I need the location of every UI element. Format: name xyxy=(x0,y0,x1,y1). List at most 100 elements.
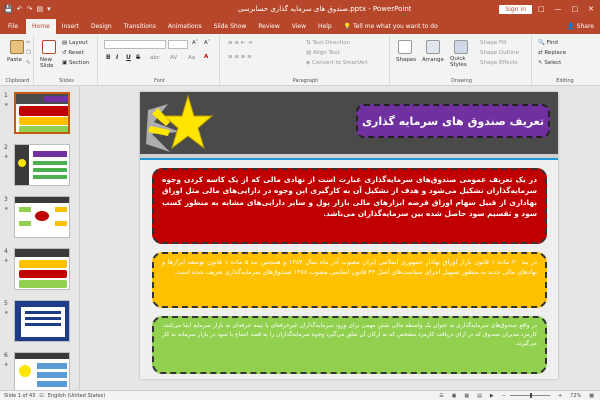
increase-font-icon[interactable]: Aˆ xyxy=(192,40,199,46)
tab-animations[interactable]: Animations xyxy=(162,19,208,34)
zoom-out-icon[interactable]: − xyxy=(502,393,506,399)
section-button[interactable]: ▣ Section xyxy=(62,60,89,66)
slide-number: 4 xyxy=(4,248,8,255)
reading-view-icon[interactable]: ▤ xyxy=(477,393,482,399)
select-button[interactable]: ↖ Select xyxy=(538,60,561,66)
slide-preview[interactable] xyxy=(14,92,70,134)
slide-number: 5 xyxy=(4,300,8,307)
customize-qat-icon[interactable]: ▾ xyxy=(47,5,51,13)
tab-transitions[interactable]: Transitions xyxy=(118,19,162,34)
tab-review[interactable]: Review xyxy=(252,19,285,34)
text-direction-button[interactable]: ⇅ Text Direction xyxy=(306,40,350,46)
shapes-button[interactable]: Shapes xyxy=(396,57,416,63)
font-group: Aˆ Aˇ B I U S abc AV Aa A Font xyxy=(100,36,220,84)
language-indicator[interactable]: English (United States) xyxy=(48,393,105,399)
bold-button[interactable]: B xyxy=(106,54,111,61)
format-painter-icon[interactable]: ✎ xyxy=(26,60,31,66)
arrange-button[interactable]: Arrange xyxy=(422,57,444,63)
sign-in-button[interactable]: Sign in xyxy=(499,4,532,14)
tab-design[interactable]: Design xyxy=(85,19,118,34)
layout-button[interactable]: ▤ Layout xyxy=(62,40,88,46)
tell-me-label: Tell me what you want to do xyxy=(353,23,438,30)
tab-file[interactable]: File xyxy=(0,19,26,34)
slide-preview[interactable] xyxy=(14,248,70,290)
find-button[interactable]: 🔍 Find xyxy=(538,40,558,46)
new-slide-button[interactable]: New Slide xyxy=(40,57,53,69)
strikethrough-button[interactable]: S xyxy=(136,54,140,61)
normal-view-icon[interactable]: ▣ xyxy=(452,393,457,399)
tab-view[interactable]: View xyxy=(286,19,312,34)
font-label: Font xyxy=(154,78,165,84)
underline-button[interactable]: U xyxy=(126,54,131,61)
slide-preview[interactable] xyxy=(14,196,70,238)
slide-thumbnail-4[interactable]: 4 ★ xyxy=(0,246,80,296)
slide-thumbnail-panel[interactable]: 1 ★ 2 ★ 3 ★ 4 ★ 5 ★ 6 ★ xyxy=(0,86,80,394)
spellcheck-icon[interactable]: ☑ xyxy=(39,393,43,399)
redo-icon[interactable]: ↷ xyxy=(27,5,33,13)
zoom-level[interactable]: 72% xyxy=(570,393,581,399)
quick-styles-button[interactable]: Quick Styles xyxy=(450,56,467,68)
change-case-icon[interactable]: Aa xyxy=(188,55,195,61)
align-text-button[interactable]: ▤ Align Text xyxy=(306,50,340,56)
slide-thumbnail-5[interactable]: 5 ★ xyxy=(0,298,80,348)
slideshow-view-icon[interactable]: ▶ xyxy=(490,393,494,399)
tab-insert[interactable]: Insert xyxy=(56,19,85,34)
slide-preview[interactable] xyxy=(14,300,70,342)
slide-thumbnail-2[interactable]: 2 ★ xyxy=(0,142,80,192)
zoom-in-icon[interactable]: + xyxy=(558,393,562,399)
drawing-group: Shapes Arrange Quick Styles Shape Fill S… xyxy=(392,36,532,84)
zoom-slider[interactable] xyxy=(509,393,550,398)
zoom-slider-thumb[interactable] xyxy=(529,393,532,398)
reset-button[interactable]: ↺ Reset xyxy=(62,50,84,56)
font-name-select[interactable] xyxy=(104,40,166,49)
minimize-icon[interactable]: — xyxy=(555,5,562,13)
arrange-icon[interactable] xyxy=(426,40,440,54)
align-icon[interactable]: ≡ ≡ ≡ ≡ xyxy=(228,54,252,60)
slide-counter[interactable]: Slide 1 of 43 xyxy=(4,393,35,399)
slide-sorter-icon[interactable]: ▦ xyxy=(464,393,469,399)
close-icon[interactable]: ✕ xyxy=(588,5,594,13)
notes-icon[interactable]: ☰ xyxy=(439,393,443,399)
copy-icon[interactable]: ❐ xyxy=(26,50,31,56)
replace-button[interactable]: ⇄ Replace xyxy=(538,50,566,56)
role-text-box[interactable]: در واقع صندوق‌های سرمایه‌گذاری به عنوان … xyxy=(152,316,547,374)
zoom-controls: ☰ ▣ ▦ ▤ ▶ − + 72% ▩ xyxy=(435,393,594,399)
clipboard-group: Paste ✂ ❐ ✎ Clipboard xyxy=(2,36,34,84)
ribbon-display-icon[interactable]: □ xyxy=(538,5,545,13)
slide-thumbnail-3[interactable]: 3 ★ xyxy=(0,194,80,244)
present-icon[interactable]: ▤ xyxy=(36,5,43,13)
quick-styles-icon[interactable] xyxy=(454,40,468,54)
tab-slide-show[interactable]: Slide Show xyxy=(208,19,253,34)
slide-preview[interactable] xyxy=(14,144,70,186)
shape-fill-button[interactable]: Shape Fill xyxy=(480,40,506,46)
law-text-box[interactable]: در بند ۲۰ ماده ۱ قانون بازار اوراق بهادا… xyxy=(152,252,547,308)
shapes-icon[interactable] xyxy=(398,40,412,54)
paste-button[interactable]: Paste xyxy=(7,57,22,63)
slide-title-box[interactable]: تعریف صندوق های سرمایه گذاری xyxy=(356,104,550,138)
fit-slide-icon[interactable]: ▩ xyxy=(589,393,594,399)
font-size-select[interactable] xyxy=(168,40,188,49)
shape-effects-button[interactable]: Shape Effects xyxy=(480,60,518,66)
decrease-font-icon[interactable]: Aˇ xyxy=(204,40,211,46)
definition-text-box[interactable]: در یک تعریف عمومی صندوق‌های سرمایه‌گذاری… xyxy=(152,168,547,244)
italic-button[interactable]: I xyxy=(116,54,118,61)
new-slide-icon[interactable] xyxy=(42,40,56,54)
char-spacing-icon[interactable]: AV xyxy=(170,55,177,61)
smartart-button[interactable]: ◈ Convert to SmartArt xyxy=(306,60,368,66)
shape-outline-button[interactable]: Shape Outline xyxy=(480,50,519,56)
tab-home[interactable]: Home xyxy=(26,19,56,34)
shadow-icon[interactable]: abc xyxy=(150,55,160,61)
undo-icon[interactable]: ↶ xyxy=(17,5,23,13)
slide-canvas[interactable]: تعریف صندوق های سرمایه گذاری در یک تعریف… xyxy=(140,92,558,379)
slide-preview[interactable] xyxy=(14,352,70,394)
cut-icon[interactable]: ✂ xyxy=(26,40,31,46)
maximize-icon[interactable]: □ xyxy=(572,5,579,13)
slide-thumbnail-1[interactable]: 1 ★ xyxy=(0,90,80,140)
tell-me-search[interactable]: 💡 Tell me what you want to do xyxy=(344,19,438,34)
bullets-icon[interactable]: ≡ ≡ ⇤ ⇥ xyxy=(228,40,252,46)
font-color-icon[interactable]: A xyxy=(204,54,208,60)
tab-help[interactable]: Help xyxy=(312,19,338,34)
paste-icon[interactable] xyxy=(10,40,24,54)
share-button[interactable]: 👤 Share xyxy=(567,19,594,34)
save-icon[interactable]: 💾 xyxy=(4,5,13,13)
